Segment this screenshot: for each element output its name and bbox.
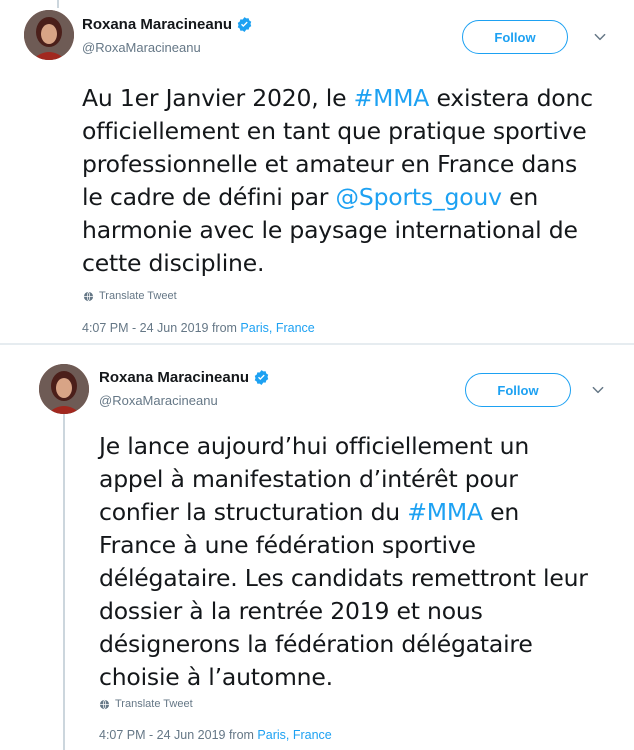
tweet-text-segment: en France à une fédération sportive délé… (99, 498, 588, 691)
follow-button[interactable]: Follow (465, 373, 571, 407)
mention-link[interactable]: @Sports_gouv (336, 183, 502, 211)
timestamp-text[interactable]: 4:07 PM - 24 Jun 2019 from (82, 321, 240, 335)
author-name-text[interactable]: Roxana Maracineanu (82, 16, 232, 33)
author-name[interactable]: Roxana Maracineanu (99, 369, 270, 386)
translate-label[interactable]: Translate Tweet (99, 290, 177, 302)
chevron-down-icon[interactable] (593, 30, 607, 44)
avatar[interactable] (39, 364, 89, 414)
tweet-1: Roxana Maracineanu @RoxaMaracineanu Foll… (0, 0, 634, 345)
author-handle[interactable]: @RoxaMaracineanu (99, 393, 218, 408)
timestamp-text[interactable]: 4:07 PM - 24 Jun 2019 from (99, 728, 257, 742)
author-name-text[interactable]: Roxana Maracineanu (99, 369, 249, 386)
place-country-link[interactable]: France (293, 728, 332, 742)
tweet-timestamp: 4:07 PM - 24 Jun 2019 from Paris, France (99, 728, 332, 742)
tweet-text-segment: Au 1er Janvier 2020, le (82, 84, 354, 112)
verified-badge-icon (237, 17, 252, 32)
place-city-link[interactable]: Paris (257, 728, 285, 742)
author-handle[interactable]: @RoxaMaracineanu (82, 40, 201, 55)
follow-button[interactable]: Follow (462, 20, 568, 54)
thread-line-top (57, 0, 59, 8)
tweet-text: Au 1er Janvier 2020, le #MMA existera do… (82, 82, 602, 280)
hashtag-link[interactable]: #MMA (407, 498, 483, 526)
place-country-link[interactable]: France (276, 321, 315, 335)
globe-icon (99, 699, 110, 709)
verified-badge-icon (254, 370, 269, 385)
translate-label[interactable]: Translate Tweet (115, 698, 193, 710)
thread-line (63, 413, 65, 750)
place-city-link[interactable]: Paris (240, 321, 268, 335)
tweet-timestamp: 4:07 PM - 24 Jun 2019 from Paris, France (82, 321, 315, 335)
translate-tweet-link[interactable]: Translate Tweet (99, 698, 193, 710)
tweet-2: Roxana Maracineanu @RoxaMaracineanu Foll… (0, 345, 634, 750)
author-name[interactable]: Roxana Maracineanu (82, 16, 253, 33)
globe-icon (83, 291, 94, 301)
translate-tweet-link[interactable]: Translate Tweet (83, 290, 177, 302)
chevron-down-icon[interactable] (591, 383, 605, 397)
hashtag-link[interactable]: #MMA (354, 84, 430, 112)
avatar[interactable] (24, 10, 74, 60)
tweet-text: Je lance aujourd’hui officiellement un a… (99, 430, 599, 694)
